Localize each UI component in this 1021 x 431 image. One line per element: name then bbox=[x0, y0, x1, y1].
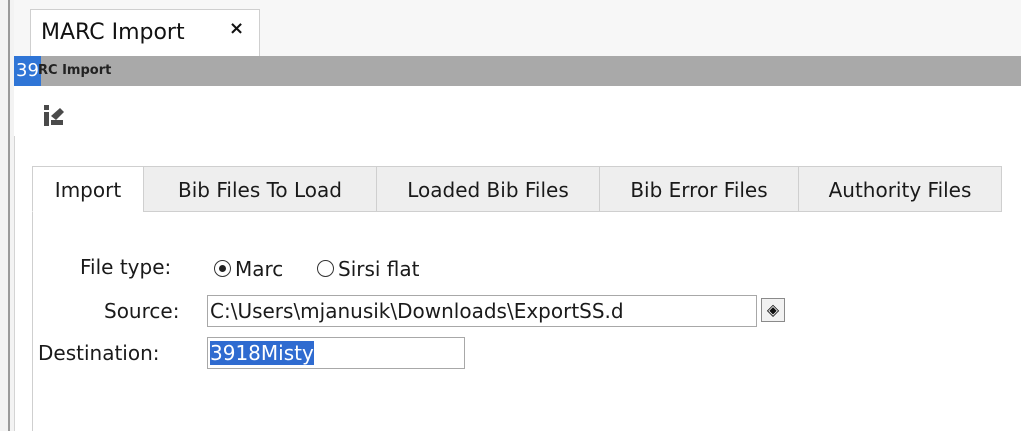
tab-authority-files[interactable]: Authority Files bbox=[798, 166, 1002, 212]
destination-selected-text: 3918Misty bbox=[210, 341, 314, 365]
radio-marc-indicator[interactable] bbox=[214, 260, 231, 277]
browse-button[interactable]: ◈ bbox=[761, 298, 785, 322]
source-field[interactable]: C:\Users\mjanusik\Downloads\ExportSS.d bbox=[207, 295, 757, 327]
source-label: Source: bbox=[104, 299, 180, 323]
tab-import[interactable]: Import bbox=[32, 166, 144, 212]
toolbar bbox=[14, 86, 1021, 136]
titlebar-number: 39 bbox=[14, 56, 41, 86]
titlebar-label: RC Import bbox=[38, 63, 112, 78]
radio-marc[interactable]: Marc bbox=[214, 255, 283, 281]
tab-bib-files-to-load[interactable]: Bib Files To Load bbox=[143, 166, 377, 212]
import-tool-icon[interactable] bbox=[42, 102, 68, 128]
close-icon[interactable]: × bbox=[229, 18, 244, 39]
destination-field[interactable]: 3918Misty bbox=[207, 337, 465, 369]
destination-label: Destination: bbox=[38, 341, 160, 365]
radio-marc-label: Marc bbox=[235, 256, 284, 281]
import-tabs: Import Bib Files To Load Loaded Bib File… bbox=[32, 166, 1002, 213]
left-border bbox=[0, 0, 15, 431]
radio-sirsi-flat-label: Sirsi flat bbox=[338, 256, 420, 281]
tab-loaded-bib-files[interactable]: Loaded Bib Files bbox=[376, 166, 600, 212]
document-tab-label: MARC Import bbox=[41, 20, 185, 45]
left-border-line bbox=[8, 0, 10, 431]
document-tab-strip: MARC Import × bbox=[14, 0, 1021, 56]
file-type-label: File type: bbox=[80, 255, 172, 279]
document-tab-marc-import[interactable]: MARC Import × bbox=[30, 9, 260, 56]
radio-sirsi-flat[interactable]: Sirsi flat bbox=[317, 255, 420, 281]
radio-sirsi-flat-indicator[interactable] bbox=[317, 260, 334, 277]
panel-titlebar: 39 RC Import bbox=[14, 56, 1021, 86]
tab-bib-error-files[interactable]: Bib Error Files bbox=[599, 166, 799, 212]
